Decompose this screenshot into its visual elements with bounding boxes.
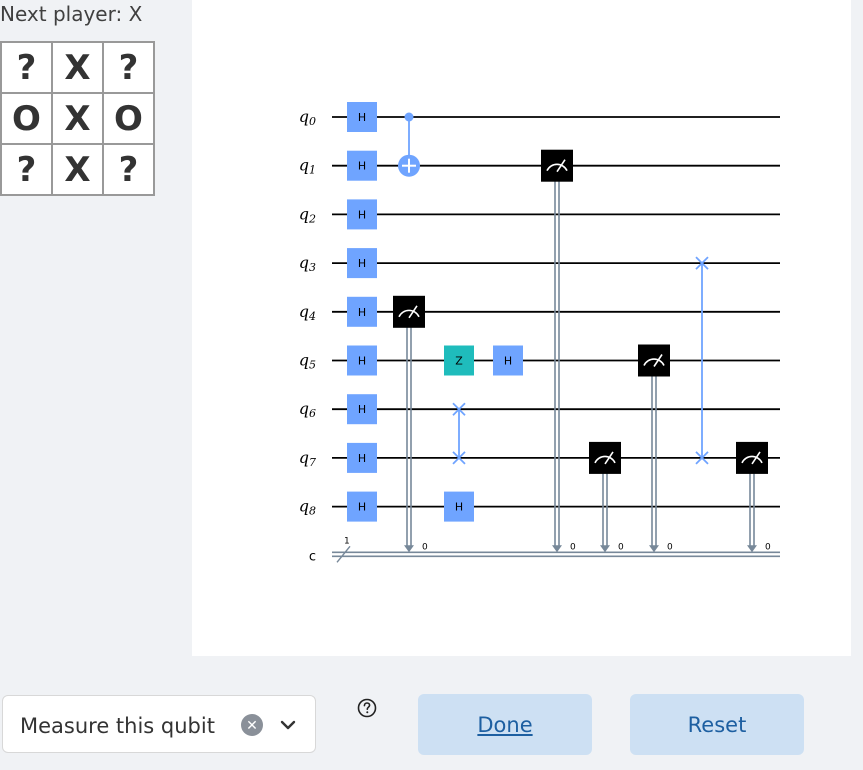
quantum-circuit-diagram: q0 q1 q2 q3 q4 q5 q6 q7 q8 c 1 H H H H H H H H H 0 Z H H 0 0 0 0 <box>299 102 780 564</box>
measure-gate <box>393 295 425 328</box>
next-player-status: Next player: X <box>0 2 143 26</box>
measure-arrow <box>404 545 414 553</box>
qubit-label: q4 <box>299 302 316 323</box>
measure-bit-label: 0 <box>570 542 576 552</box>
hadamard-gate-label: H <box>504 355 512 368</box>
board-cell[interactable]: ? <box>103 144 154 195</box>
hadamard-gate-label: H <box>358 452 366 465</box>
measure-bit-label: 0 <box>422 542 428 552</box>
board-cell[interactable]: O <box>103 93 154 144</box>
hadamard-gate-label: H <box>455 501 463 514</box>
quantum-circuit-panel: q0 q1 q2 q3 q4 q5 q6 q7 q8 c 1 H H H H H H H H H 0 Z H H 0 0 0 0 <box>192 0 851 656</box>
qubit-label: q8 <box>299 497 316 518</box>
tic-tac-toe-board: ? X ? O X O ? X ? <box>0 41 155 196</box>
measure-gate <box>736 441 768 474</box>
done-button[interactable]: Done <box>418 694 592 755</box>
close-circle-icon[interactable]: ✕ <box>241 714 263 736</box>
qubit-label: q5 <box>299 351 316 372</box>
board-cell[interactable]: ? <box>1 144 52 195</box>
qubit-label: q2 <box>299 204 316 225</box>
board-cell[interactable]: X <box>52 144 103 195</box>
hadamard-gate-label: H <box>358 160 366 173</box>
hadamard-gate-label: H <box>358 111 366 124</box>
qubit-label: q0 <box>299 107 316 128</box>
board-cell[interactable]: ? <box>1 42 52 93</box>
reset-button[interactable]: Reset <box>630 694 804 755</box>
board-cell[interactable]: ? <box>103 42 154 93</box>
hadamard-gate-label: H <box>358 208 366 221</box>
hadamard-gate-label: H <box>358 306 366 319</box>
measure-arrow <box>747 545 757 553</box>
action-select-value: Measure this qubit <box>20 714 215 738</box>
hadamard-gate-label: H <box>358 403 366 416</box>
board-cell[interactable]: O <box>1 93 52 144</box>
classical-width-label: 1 <box>344 536 350 546</box>
classical-register-label: c <box>309 549 316 564</box>
measure-bit-label: 0 <box>618 542 624 552</box>
qubit-label: q6 <box>299 399 316 420</box>
z-gate-label: Z <box>455 355 463 368</box>
chevron-down-icon[interactable] <box>277 714 299 736</box>
measure-arrow <box>552 545 562 553</box>
question-circle-icon[interactable] <box>357 698 377 718</box>
measure-arrow <box>649 545 659 553</box>
measure-bit-label: 0 <box>667 542 673 552</box>
action-select[interactable]: Measure this qubit ✕ <box>2 695 316 753</box>
cnot-control-dot <box>404 112 414 122</box>
classical-width-slash <box>336 545 351 563</box>
measure-arrow <box>600 545 610 553</box>
measure-gate <box>638 344 670 377</box>
hadamard-gate-label: H <box>358 355 366 368</box>
hadamard-gate-label: H <box>358 257 366 270</box>
measure-bit-label: 0 <box>765 542 771 552</box>
qubit-label: q3 <box>299 253 316 274</box>
measure-gate <box>541 149 573 182</box>
board-cell[interactable]: X <box>52 93 103 144</box>
measure-gate <box>589 441 621 474</box>
board-cell[interactable]: X <box>52 42 103 93</box>
qubit-label: q7 <box>299 448 316 469</box>
qubit-label: q1 <box>299 156 316 177</box>
hadamard-gate-label: H <box>358 501 366 514</box>
